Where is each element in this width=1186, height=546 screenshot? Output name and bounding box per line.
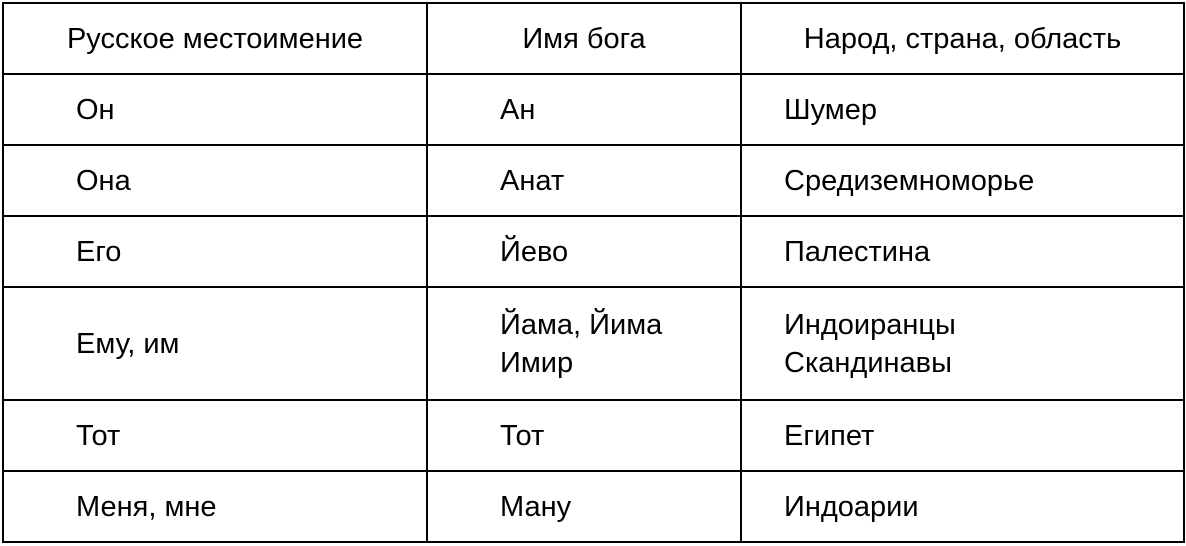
cell-region: Палестина: [740, 215, 1185, 288]
cell-text: Тот: [500, 419, 545, 452]
table-row: Она Анат Средиземноморье: [2, 144, 1185, 217]
cell-text: Шумер: [784, 93, 877, 126]
table-row: Его Йево Палестина: [2, 215, 1185, 288]
cell-region: Индоиранцы Скандинавы: [740, 286, 1185, 401]
cell-text: Индоиранцы: [784, 308, 956, 341]
gods-pronouns-table: Русское местоимение Имя бога Народ, стра…: [2, 2, 1185, 543]
cell-god-name: Ан: [426, 73, 742, 146]
cell-text: Анат: [500, 164, 565, 197]
cell-text: Йама, Йима: [500, 308, 663, 341]
table-row: Меня, мне Ману Индоарии: [2, 470, 1185, 543]
cell-pronoun: Ему, им: [2, 286, 428, 401]
cell-pronoun: Она: [2, 144, 428, 217]
cell-text: Египет: [784, 419, 875, 452]
cell-god-name: Йама, Йима Имир: [426, 286, 742, 401]
cell-pronoun: Тот: [2, 399, 428, 472]
cell-text: Йево: [500, 235, 569, 268]
cell-text: Имир: [500, 346, 574, 379]
cell-god-name: Тот: [426, 399, 742, 472]
cell-god-name: Йево: [426, 215, 742, 288]
cell-text: Скандинавы: [784, 346, 952, 379]
cell-region: Шумер: [740, 73, 1185, 146]
cell-text: Он: [76, 93, 115, 126]
cell-text: Палестина: [784, 235, 931, 268]
cell-pronoun: Меня, мне: [2, 470, 428, 543]
cell-region: Средиземноморье: [740, 144, 1185, 217]
header-pronoun: Русское местоимение: [2, 2, 428, 75]
cell-text: Ан: [500, 93, 536, 126]
cell-text: Она: [76, 164, 131, 197]
cell-pronoun: Его: [2, 215, 428, 288]
cell-region: Индоарии: [740, 470, 1185, 543]
cell-region: Египет: [740, 399, 1185, 472]
cell-text: Индоарии: [784, 490, 919, 523]
header-region: Народ, страна, область: [740, 2, 1185, 75]
cell-god-name: Анат: [426, 144, 742, 217]
table-row: Он Ан Шумер: [2, 73, 1185, 146]
cell-text: Ману: [500, 490, 572, 523]
header-row: Русское местоимение Имя бога Народ, стра…: [2, 2, 1185, 75]
header-god-name: Имя бога: [426, 2, 742, 75]
cell-god-name: Ману: [426, 470, 742, 543]
cell-text: Меня, мне: [76, 490, 217, 523]
cell-text: Средиземноморье: [784, 164, 1035, 197]
cell-text: Ему, им: [76, 327, 180, 360]
table-row: Ему, им Йама, Йима Имир Индоиранцы Скандинав…: [2, 286, 1185, 401]
cell-pronoun: Он: [2, 73, 428, 146]
cell-text: Тот: [76, 419, 121, 452]
table-row: Тот Тот Египет: [2, 399, 1185, 472]
cell-text: Его: [76, 235, 122, 268]
